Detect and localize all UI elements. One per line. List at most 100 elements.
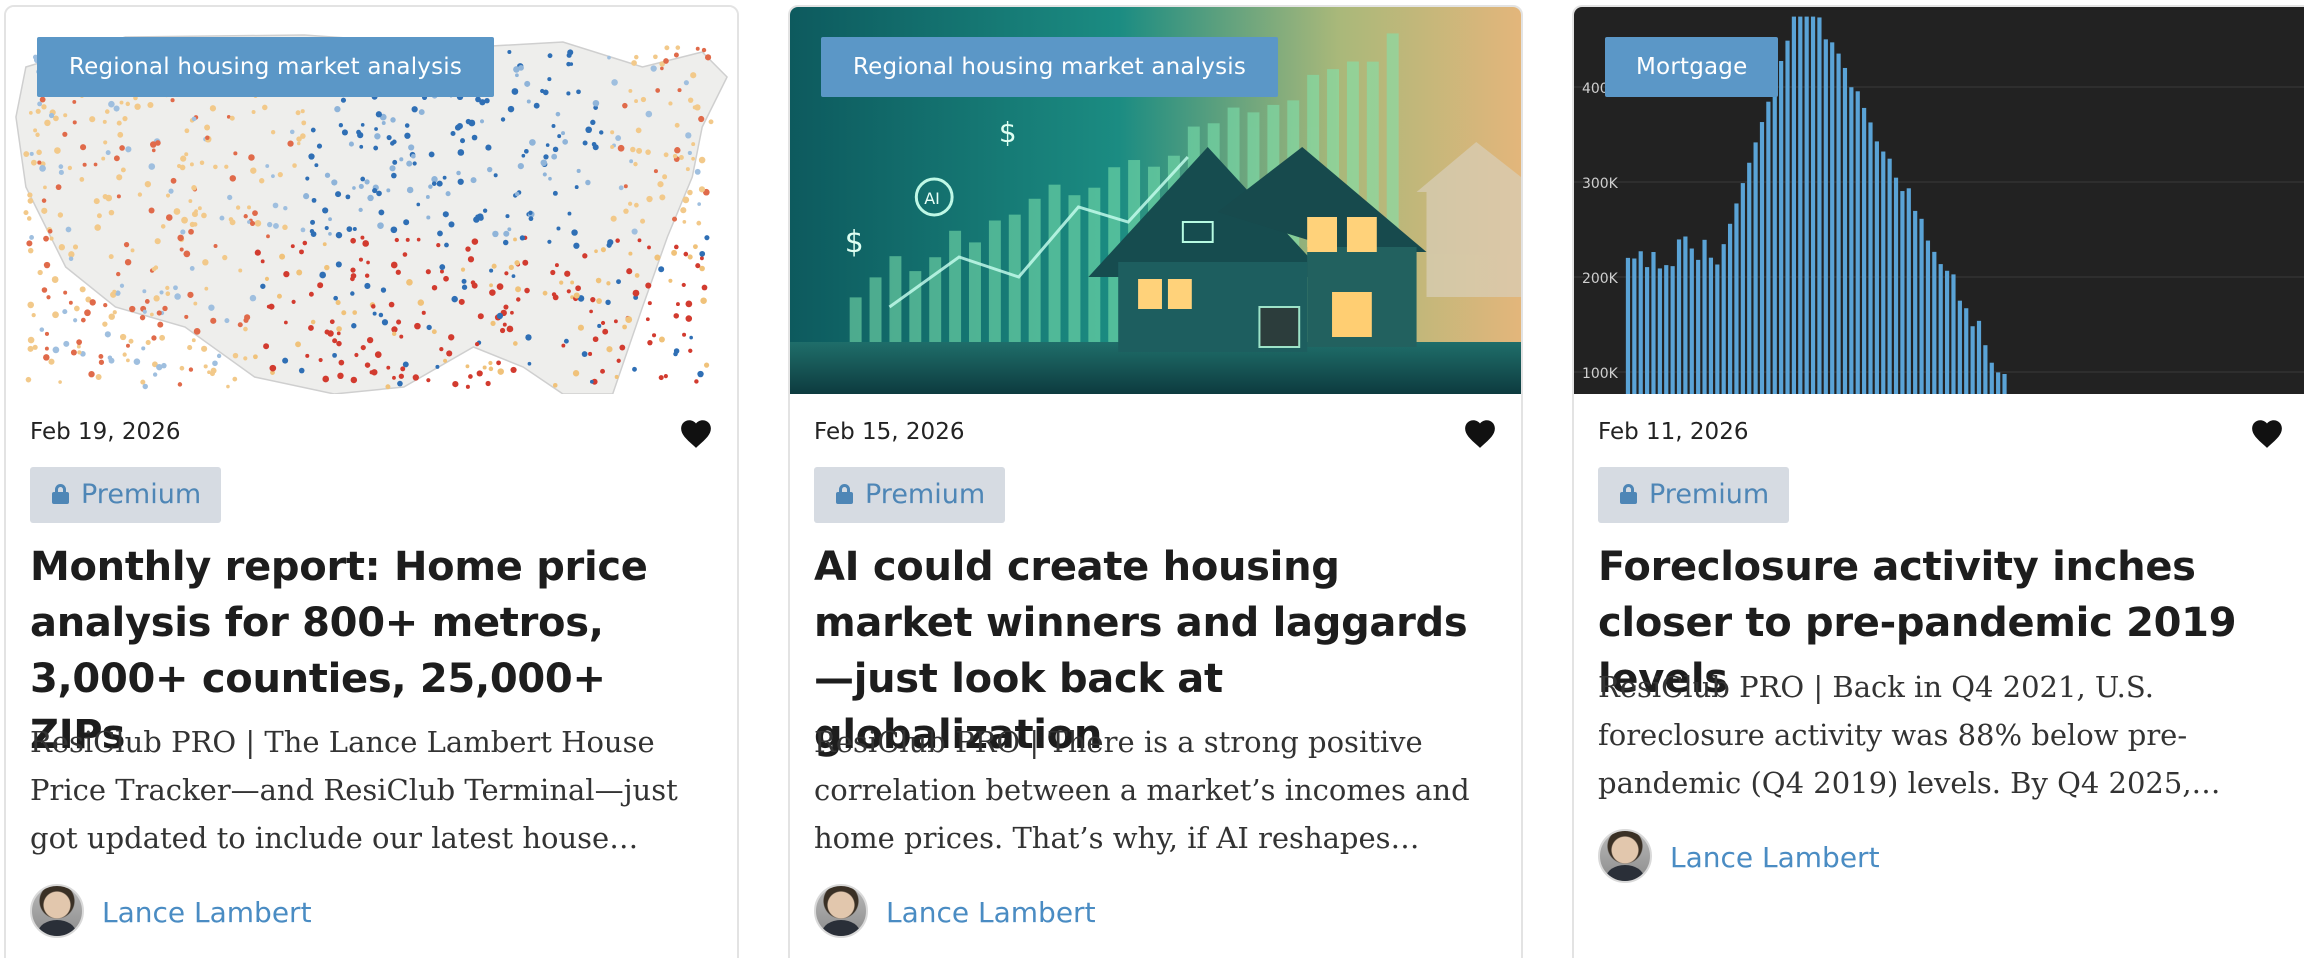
map-dot — [222, 254, 228, 261]
map-dot — [126, 358, 130, 363]
map-dot — [626, 268, 633, 275]
map-dot — [513, 237, 517, 242]
map-dot — [128, 338, 134, 344]
map-dot — [271, 174, 275, 179]
map-dot — [267, 221, 273, 228]
heart-icon[interactable] — [2250, 417, 2284, 449]
map-dot — [589, 309, 593, 314]
map-dot — [479, 99, 486, 106]
map-dot — [505, 214, 510, 219]
map-dot — [137, 192, 143, 197]
map-dot — [416, 202, 421, 207]
map-dot — [102, 193, 108, 200]
map-dot — [44, 331, 50, 336]
map-dot — [72, 99, 77, 104]
article-card-1[interactable]: Regional housing market analysis Feb 19,… — [4, 5, 739, 958]
premium-label: Premium — [1649, 479, 1770, 510]
map-dot — [508, 264, 514, 270]
category-tag[interactable]: Regional housing market analysis — [37, 37, 495, 97]
category-tag[interactable]: Regional housing market analysis — [821, 37, 1279, 97]
map-dot — [336, 326, 342, 332]
article-card-3[interactable]: 400K 300K 200K 100K Mortgage Feb 11, 202… — [1572, 5, 2304, 958]
map-dot — [103, 140, 108, 145]
article-card-2[interactable]: AI $ $ Regional housing market analysis … — [788, 5, 1523, 958]
map-dot — [465, 384, 470, 389]
author-name-link[interactable]: Lance Lambert — [886, 896, 1096, 929]
map-dot — [324, 225, 329, 231]
author-name-link[interactable]: Lance Lambert — [1670, 841, 1880, 874]
map-dot — [252, 210, 258, 217]
map-dot — [492, 230, 499, 238]
map-dot — [406, 186, 414, 194]
map-dot — [122, 352, 127, 357]
chart-bar — [2002, 373, 2007, 394]
map-dot — [697, 370, 704, 378]
chart-bar — [1810, 16, 1816, 394]
map-dot — [173, 208, 181, 215]
map-dot — [362, 240, 370, 247]
chart-bar — [1804, 16, 1809, 394]
map-dot — [698, 115, 705, 123]
heart-icon[interactable] — [1463, 417, 1497, 449]
author-name-link[interactable]: Lance Lambert — [102, 896, 312, 929]
map-dot — [515, 286, 522, 293]
map-dot — [559, 280, 564, 285]
map-dot — [188, 228, 194, 235]
heart-icon[interactable] — [679, 417, 713, 449]
map-dot — [41, 198, 47, 203]
map-dot — [575, 285, 581, 292]
avatar[interactable] — [30, 884, 84, 938]
map-dot — [43, 235, 49, 242]
map-dot — [392, 375, 396, 380]
map-dot — [148, 163, 156, 170]
map-dot — [416, 237, 421, 242]
map-dot — [685, 300, 693, 308]
map-dot — [302, 240, 308, 246]
chart-bar — [1740, 183, 1745, 394]
decorative-bar — [1048, 184, 1061, 342]
map-dot — [228, 217, 234, 222]
map-dot — [385, 384, 391, 390]
map-dot — [341, 129, 348, 136]
map-dot — [590, 119, 596, 126]
map-dot — [291, 299, 296, 304]
map-dot — [366, 260, 370, 265]
map-dot — [249, 220, 256, 227]
map-dot — [378, 209, 385, 216]
map-dot — [372, 187, 378, 194]
category-tag[interactable]: Mortgage — [1605, 37, 1779, 97]
map-dot — [371, 369, 378, 376]
chart-bar — [1657, 268, 1662, 394]
map-dot — [248, 154, 255, 161]
map-dot — [250, 167, 257, 174]
chart-bar — [1747, 162, 1752, 394]
chart-bar — [1893, 177, 1899, 394]
map-dot — [126, 343, 130, 348]
map-dot — [573, 292, 580, 299]
map-dot — [201, 212, 207, 219]
map-dot — [457, 178, 464, 185]
map-dot — [65, 226, 72, 233]
chart-bar — [1938, 264, 1943, 394]
map-dot — [350, 267, 356, 273]
map-dot — [165, 291, 171, 297]
avatar[interactable] — [814, 884, 868, 938]
map-dot — [157, 321, 164, 328]
map-dot — [704, 235, 710, 241]
map-dot — [465, 118, 472, 125]
map-dot — [647, 339, 653, 346]
map-dot — [46, 295, 51, 300]
avatar[interactable] — [1598, 829, 1652, 883]
map-dot — [547, 77, 552, 82]
map-dot — [201, 345, 208, 352]
map-dot — [174, 293, 181, 300]
map-dot — [191, 211, 198, 218]
map-dot — [51, 276, 59, 283]
map-dot — [394, 237, 399, 243]
map-dot — [160, 224, 166, 229]
map-dot — [375, 111, 382, 118]
map-dot — [426, 324, 432, 331]
map-dot — [26, 240, 33, 247]
map-dot — [159, 290, 164, 295]
map-dot — [116, 120, 122, 126]
